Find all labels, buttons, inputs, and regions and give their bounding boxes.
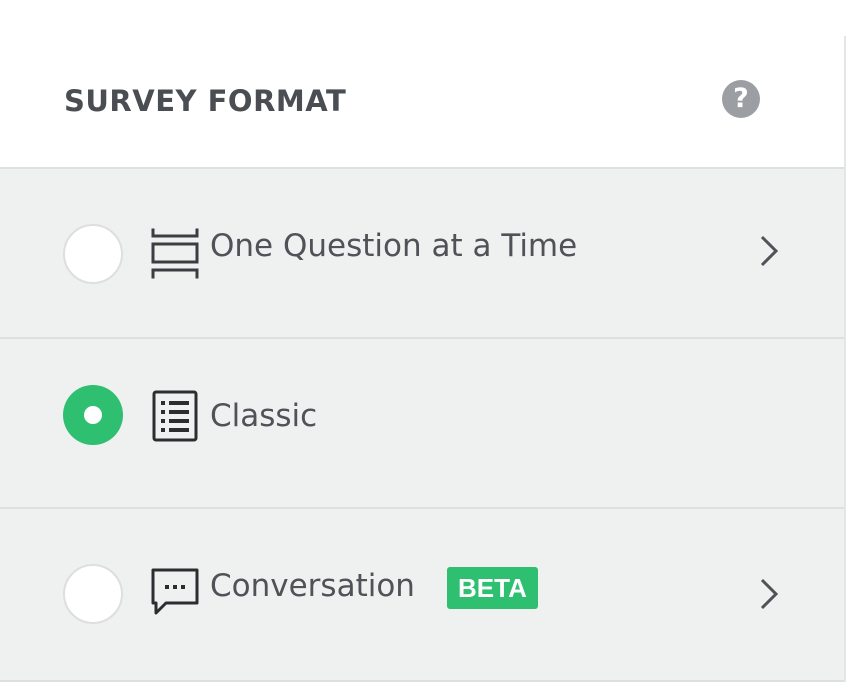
chevron-right-icon[interactable]	[755, 574, 783, 614]
radio-dot	[84, 406, 102, 424]
survey-format-panel: SURVEY FORMAT ? One Question at a Time C…	[0, 36, 846, 682]
option-classic[interactable]: Classic	[0, 339, 844, 509]
option-conversation[interactable]: Conversation BETA	[0, 509, 844, 682]
help-icon[interactable]: ?	[722, 80, 760, 118]
chevron-right-icon[interactable]	[755, 231, 783, 271]
radio-button[interactable]	[63, 564, 123, 624]
one-question-icon	[151, 228, 199, 279]
classic-list-icon	[152, 390, 198, 442]
option-label: Classic	[210, 398, 318, 434]
panel-title: SURVEY FORMAT	[64, 84, 347, 118]
conversation-icon	[151, 568, 199, 615]
option-one-question-at-a-time[interactable]: One Question at a Time	[0, 169, 844, 339]
option-label: One Question at a Time	[210, 228, 578, 264]
panel-header: SURVEY FORMAT ?	[0, 36, 844, 169]
radio-button-selected[interactable]	[63, 385, 123, 445]
beta-badge: BETA	[447, 567, 538, 609]
option-label: Conversation	[210, 568, 415, 604]
radio-button[interactable]	[63, 224, 123, 284]
